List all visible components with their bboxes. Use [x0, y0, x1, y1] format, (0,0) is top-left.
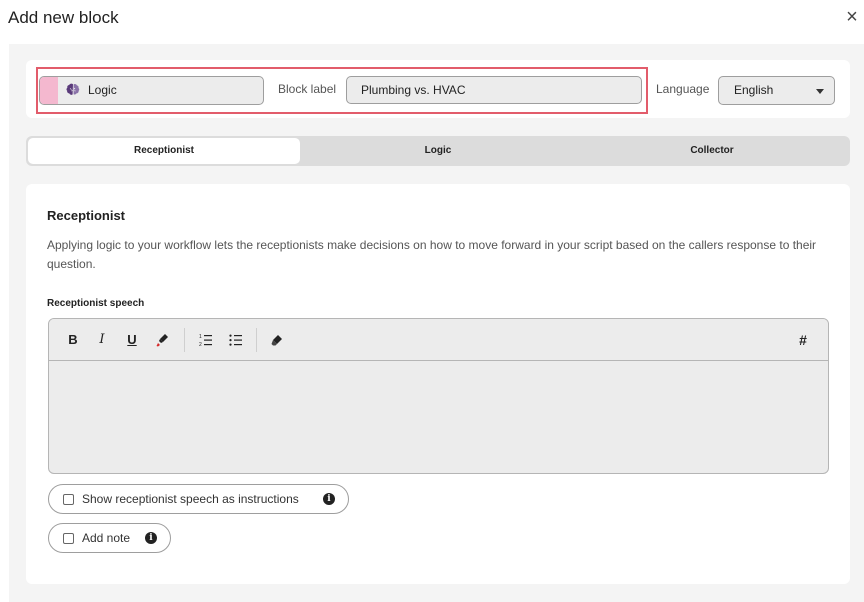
show-instructions-label: Show receptionist speech as instructions	[82, 492, 299, 506]
block-settings-panel: Logic Block label Language English	[26, 60, 850, 118]
block-label-caption: Block label	[278, 82, 337, 96]
speech-editor: B I U 1 2 #	[48, 318, 829, 474]
speech-label: Receptionist speech	[47, 298, 145, 309]
speech-text-area[interactable]	[49, 362, 828, 473]
section-description: Applying logic to your workflow lets the…	[47, 238, 817, 271]
block-type-label: Logic	[88, 83, 117, 97]
italic-icon[interactable]: I	[96, 332, 108, 348]
editor-toolbar: B I U 1 2 #	[49, 319, 828, 361]
info-icon[interactable]: i	[145, 532, 157, 544]
toolbar-separator	[184, 328, 185, 352]
add-note-label: Add note	[82, 531, 131, 545]
block-type-pill[interactable]: Logic	[39, 76, 264, 105]
brain-icon	[66, 83, 80, 95]
hash-icon[interactable]: #	[796, 332, 810, 348]
eraser-icon[interactable]	[270, 332, 284, 348]
tab-collector[interactable]: Collector	[576, 138, 848, 164]
block-label-input[interactable]	[346, 76, 642, 104]
ordered-list-icon[interactable]: 1 2	[199, 332, 213, 348]
language-select[interactable]: English	[718, 76, 835, 105]
tab-bar: Receptionist Logic Collector	[26, 136, 850, 166]
add-note-toggle[interactable]: Add note i	[48, 523, 171, 553]
show-instructions-toggle[interactable]: Show receptionist speech as instructions…	[48, 484, 349, 514]
toolbar-separator	[256, 328, 257, 352]
section-title: Receptionist	[47, 208, 126, 223]
highlight-icon[interactable]	[156, 332, 170, 348]
tab-logic[interactable]: Logic	[302, 138, 574, 164]
show-instructions-checkbox[interactable]	[63, 494, 74, 505]
language-value: English	[734, 83, 774, 97]
add-note-checkbox[interactable]	[63, 533, 74, 544]
svg-text:1: 1	[199, 334, 202, 340]
chevron-down-icon	[816, 89, 824, 94]
info-icon[interactable]: i	[323, 493, 335, 505]
close-button[interactable]: ×	[842, 7, 862, 27]
tab-receptionist[interactable]: Receptionist	[28, 138, 300, 164]
language-caption: Language	[656, 82, 710, 96]
svg-text:2: 2	[199, 342, 202, 348]
receptionist-panel: Receptionist Applying logic to your work…	[26, 184, 850, 584]
bold-icon[interactable]: B	[67, 332, 79, 348]
block-type-color	[40, 77, 58, 104]
bullet-list-icon[interactable]	[229, 332, 243, 348]
underline-icon[interactable]: U	[126, 332, 138, 348]
dialog-title: Add new block	[8, 8, 119, 27]
dialog-body: Logic Block label Language English Recep…	[9, 44, 864, 602]
